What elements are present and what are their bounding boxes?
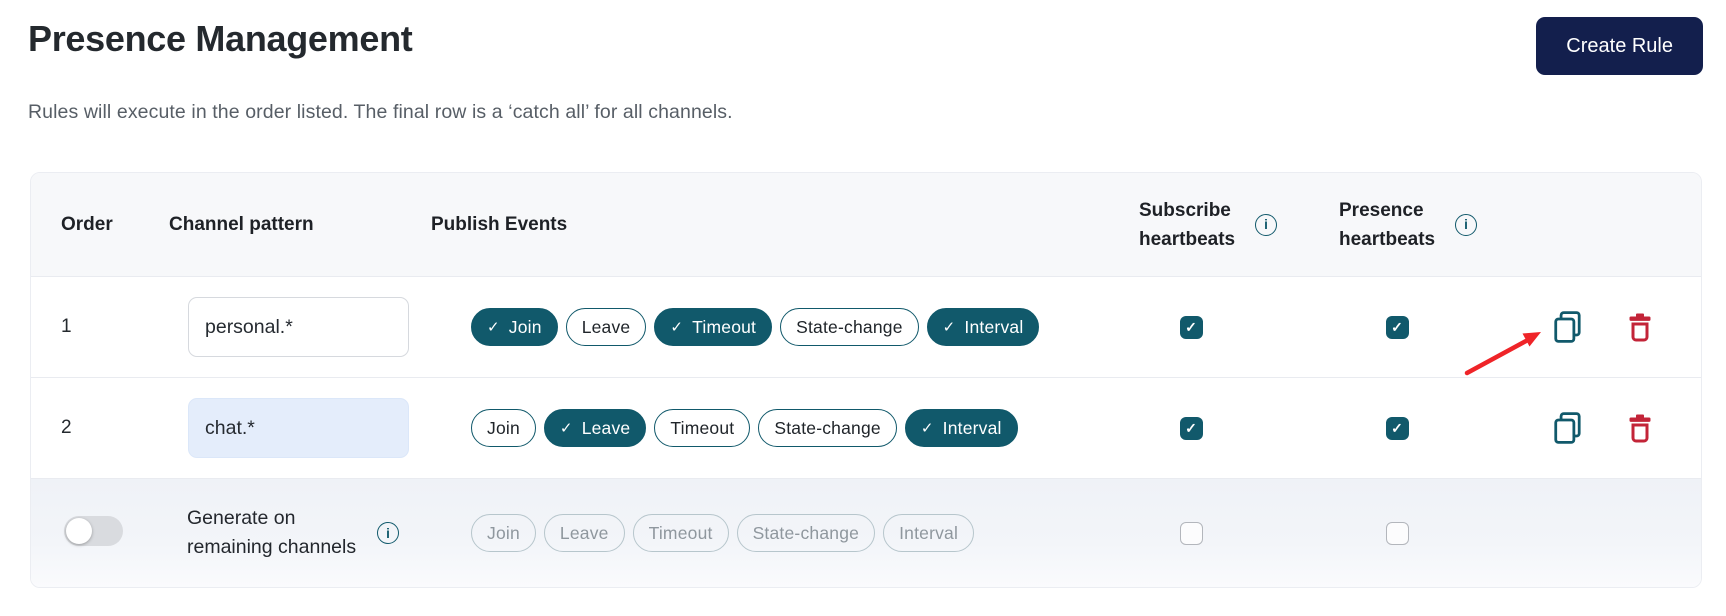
check-icon: ✓ bbox=[487, 320, 500, 335]
duplicate-rule-button[interactable] bbox=[1554, 412, 1582, 444]
check-icon: ✓ bbox=[560, 421, 573, 436]
event-pill-state-change: State-change bbox=[737, 514, 876, 552]
event-pill-interval: Interval bbox=[883, 514, 974, 552]
column-header-channel-pattern: Channel pattern bbox=[161, 214, 431, 236]
event-pill-timeout: Timeout bbox=[633, 514, 729, 552]
rule-order-number: 1 bbox=[31, 316, 161, 338]
check-icon: ✓ bbox=[943, 320, 956, 335]
event-pill-join[interactable]: ✓Join bbox=[471, 308, 558, 346]
trash-icon bbox=[1628, 313, 1652, 342]
presence-heartbeats-checkbox bbox=[1386, 522, 1409, 545]
delete-rule-button[interactable] bbox=[1628, 414, 1652, 443]
presence-heartbeats-info-icon[interactable]: i bbox=[1455, 214, 1477, 236]
event-pill-leave[interactable]: Leave bbox=[566, 308, 647, 346]
event-pill-leave[interactable]: ✓Leave bbox=[544, 409, 646, 447]
event-pill-leave: Leave bbox=[544, 514, 625, 552]
channel-pattern-input[interactable] bbox=[188, 398, 409, 458]
subscribe-heartbeats-checkbox[interactable]: ✓ bbox=[1180, 316, 1203, 339]
event-pill-state-change[interactable]: State-change bbox=[780, 308, 919, 346]
event-pill-interval[interactable]: ✓Interval bbox=[905, 409, 1018, 447]
presence-heartbeats-checkbox[interactable]: ✓ bbox=[1386, 417, 1409, 440]
page-subtitle: Rules will execute in the order listed. … bbox=[28, 101, 733, 124]
column-header-presence-heartbeats: Presence heartbeats bbox=[1339, 196, 1443, 254]
presence-heartbeats-checkbox[interactable]: ✓ bbox=[1386, 316, 1409, 339]
table-row: 1 ✓Join Leave ✓Timeout State-change ✓Int… bbox=[31, 277, 1701, 378]
check-icon: ✓ bbox=[670, 320, 683, 335]
column-header-subscribe-heartbeats: Subscribe heartbeats bbox=[1139, 196, 1243, 254]
toggle-knob bbox=[66, 518, 92, 544]
copy-icon bbox=[1554, 311, 1582, 343]
subscribe-heartbeats-checkbox[interactable]: ✓ bbox=[1180, 417, 1203, 440]
subscribe-heartbeats-info-icon[interactable]: i bbox=[1255, 214, 1277, 236]
presence-rules-table: Order Channel pattern Publish Events Sub… bbox=[30, 172, 1702, 588]
catch-all-info-icon[interactable]: i bbox=[377, 522, 399, 544]
column-header-publish-events: Publish Events bbox=[431, 214, 1091, 236]
subscribe-heartbeats-checkbox bbox=[1180, 522, 1203, 545]
page-title: Presence Management bbox=[28, 18, 412, 60]
event-pill-join: Join bbox=[471, 514, 536, 552]
column-header-order: Order bbox=[31, 214, 161, 236]
event-pill-join[interactable]: Join bbox=[471, 409, 536, 447]
table-row: 2 Join ✓Leave Timeout State-change ✓Inte… bbox=[31, 378, 1701, 479]
delete-rule-button[interactable] bbox=[1628, 313, 1652, 342]
trash-icon bbox=[1628, 414, 1652, 443]
duplicate-rule-button[interactable] bbox=[1554, 311, 1582, 343]
event-pill-timeout[interactable]: ✓Timeout bbox=[654, 308, 772, 346]
create-rule-button[interactable]: Create Rule bbox=[1536, 17, 1703, 75]
event-pill-state-change[interactable]: State-change bbox=[758, 409, 897, 447]
generate-remaining-toggle[interactable] bbox=[64, 516, 123, 546]
catch-all-row: Generate on remaining channels i Join Le… bbox=[31, 479, 1701, 587]
event-pill-interval[interactable]: ✓Interval bbox=[927, 308, 1040, 346]
channel-pattern-input[interactable] bbox=[188, 297, 409, 357]
catch-all-label: Generate on remaining channels bbox=[187, 504, 365, 562]
check-icon: ✓ bbox=[921, 421, 934, 436]
table-header-row: Order Channel pattern Publish Events Sub… bbox=[31, 173, 1701, 277]
copy-icon bbox=[1554, 412, 1582, 444]
rule-order-number: 2 bbox=[31, 417, 161, 439]
event-pill-timeout[interactable]: Timeout bbox=[654, 409, 750, 447]
